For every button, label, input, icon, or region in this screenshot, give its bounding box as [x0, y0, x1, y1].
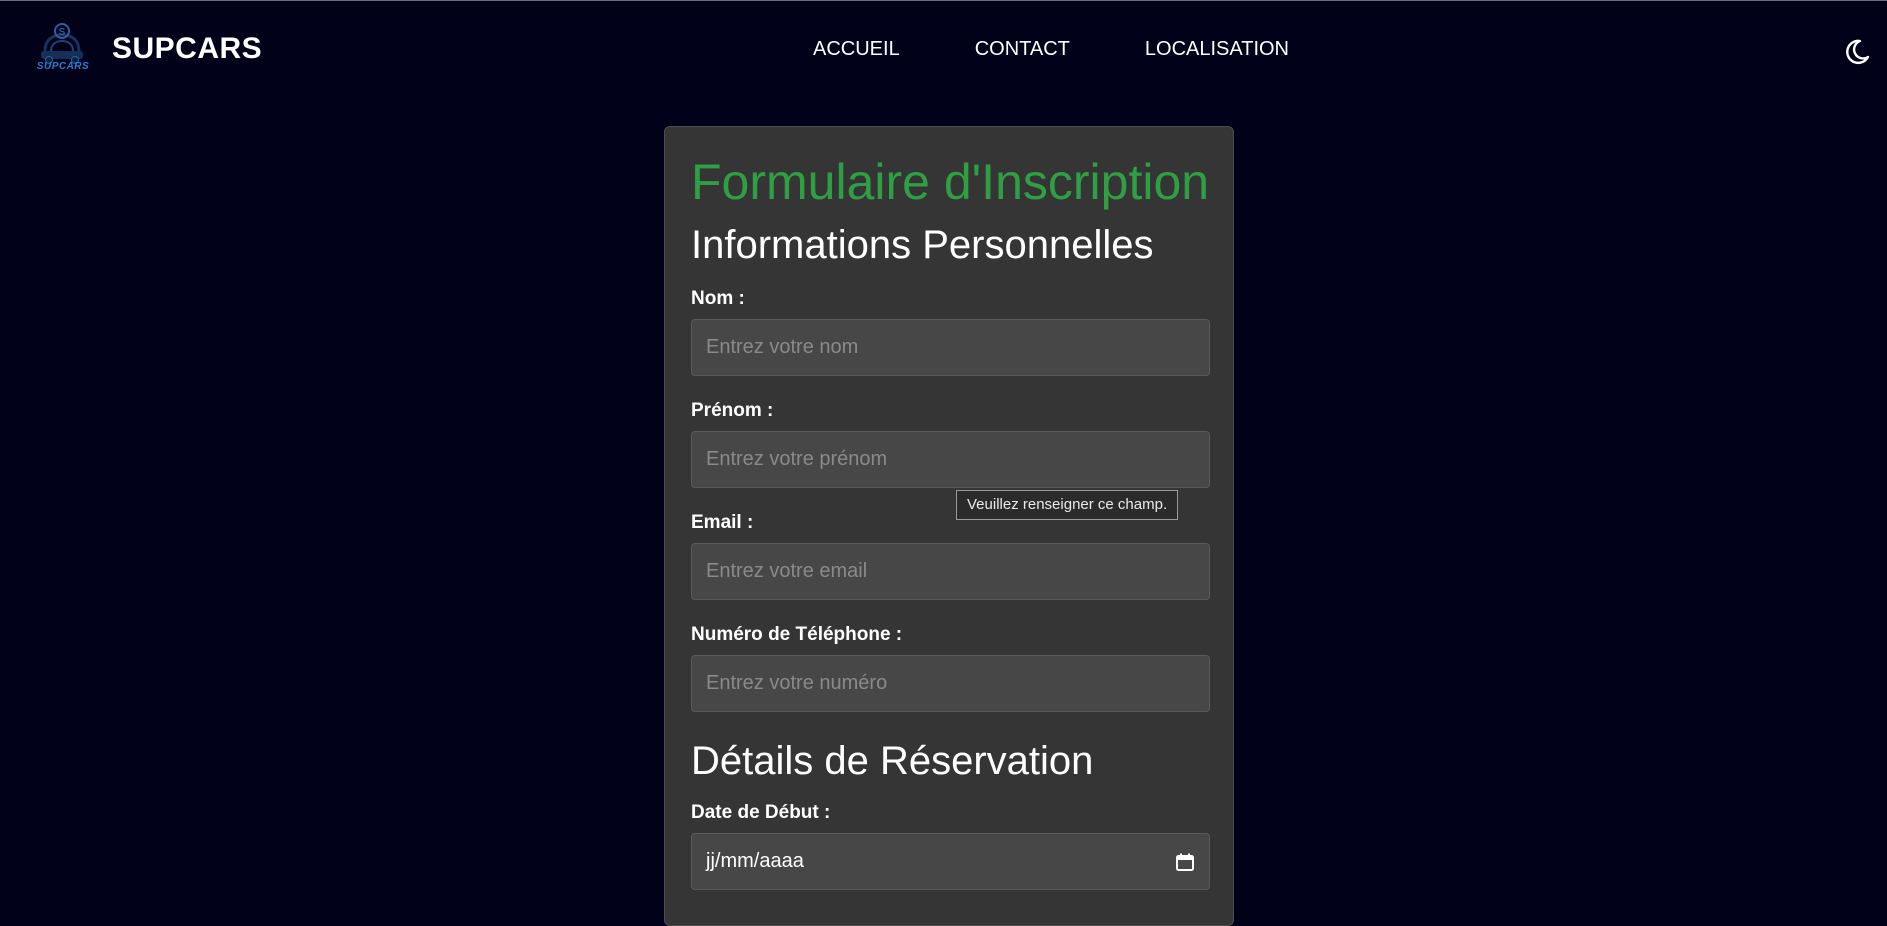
- prenom-label: Prénom :: [691, 400, 774, 421]
- section-heading-reservation: Détails de Réservation: [691, 739, 1094, 783]
- calendar-icon[interactable]: [1175, 852, 1195, 872]
- section-heading-personal: Informations Personnelles: [691, 223, 1154, 267]
- phone-input[interactable]: [691, 655, 1210, 712]
- start-date-value: jj/mm/aaaa: [706, 850, 804, 872]
- nav-link-accueil[interactable]: ACCUEIL: [813, 38, 900, 61]
- theme-toggle-button[interactable]: [1842, 37, 1872, 67]
- nom-label: Nom :: [691, 288, 745, 309]
- start-date-input[interactable]: jj/mm/aaaa: [691, 833, 1210, 890]
- nom-input[interactable]: [691, 319, 1210, 376]
- form-title: Formulaire d'Inscription: [691, 154, 1210, 210]
- brand[interactable]: S SUPCARS SUPCARS: [31, 21, 262, 77]
- main-nav: ACCUEIL CONTACT LOCALISATION: [813, 38, 1289, 61]
- start-date-label: Date de Début :: [691, 802, 831, 823]
- registration-form-card: Formulaire d'Inscription Informations Pe…: [664, 126, 1234, 926]
- moon-icon: [1846, 39, 1870, 64]
- logo-wordmark: SUPCARS: [36, 61, 90, 72]
- nav-link-localisation[interactable]: LOCALISATION: [1145, 38, 1289, 61]
- email-label: Email :: [691, 512, 754, 533]
- site-header: S SUPCARS SUPCARS ACCUEIL CONTACT LOCALI…: [0, 1, 1887, 101]
- supcars-logo[interactable]: S SUPCARS: [31, 21, 93, 77]
- email-input[interactable]: [691, 543, 1210, 600]
- svg-text:S: S: [59, 27, 66, 38]
- phone-label: Numéro de Téléphone :: [691, 624, 903, 645]
- validation-tooltip: Veuillez renseigner ce champ.: [956, 490, 1179, 520]
- prenom-input[interactable]: [691, 431, 1210, 488]
- brand-name[interactable]: SUPCARS: [112, 32, 262, 66]
- nav-link-contact[interactable]: CONTACT: [975, 38, 1070, 61]
